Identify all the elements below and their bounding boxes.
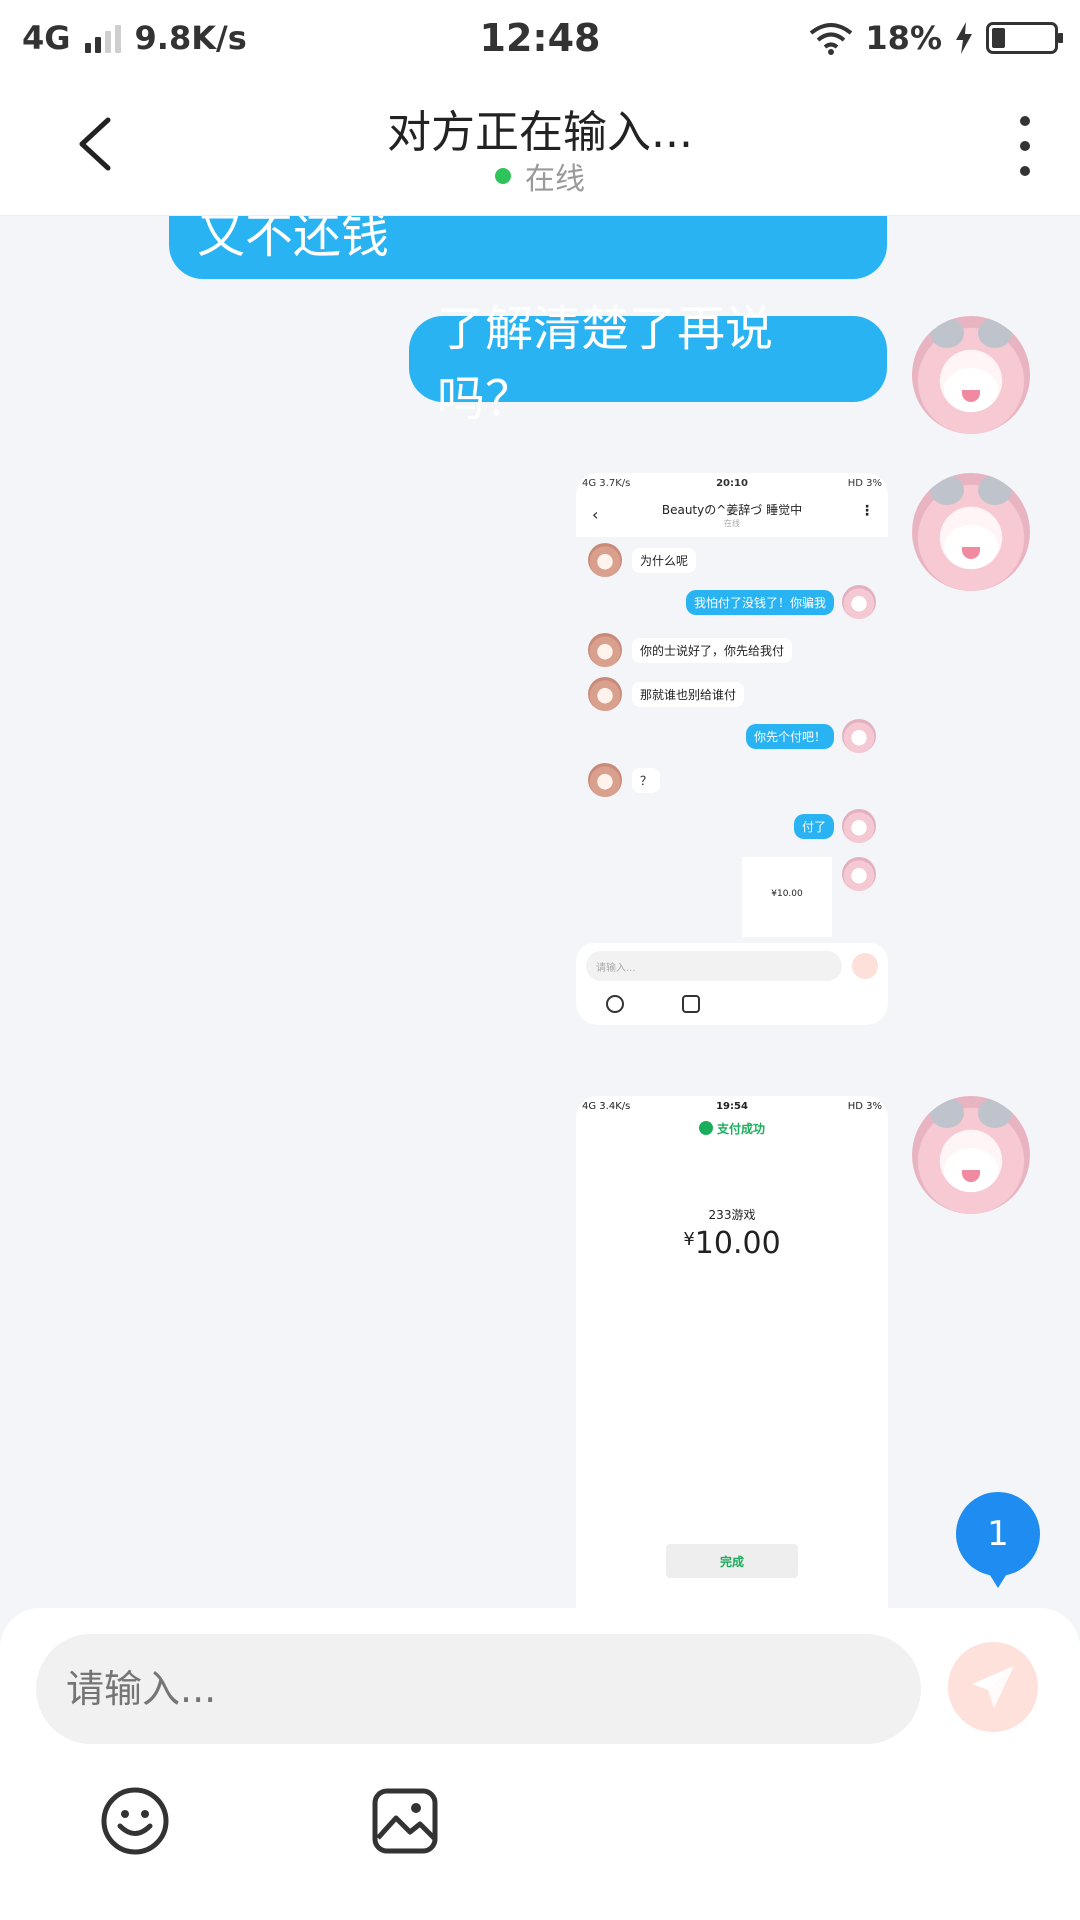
status-left: 4G 9.8K/s [22, 19, 247, 57]
network-type: 4G [22, 19, 71, 57]
mini-avatar [588, 543, 622, 577]
mini-text: 为什么呢 [632, 547, 697, 573]
mini-more-icon: ⋮ [860, 503, 874, 519]
mini-input-bar: 请输入... [576, 943, 888, 1025]
signal-icon [84, 23, 121, 53]
online-dot-icon [495, 168, 511, 184]
payment-success-label: 支付成功 [716, 1122, 765, 1136]
mini-row: 为什么呢 [588, 543, 697, 577]
mini-subtitle: 在线 [724, 519, 740, 528]
status-bar: 4G 9.8K/s 12:48 18% [0, 0, 1080, 76]
message-bubble[interactable]: 又不还钱 [169, 216, 887, 279]
mini-clock: 19:54 [716, 1100, 748, 1112]
merchant-name: 233游戏 [708, 1208, 756, 1222]
mini-text: 你先个付吧！ [745, 723, 834, 749]
chat-screen: 4G 9.8K/s 12:48 18% 对方正在输入... 在线 又不还钱 了解… [0, 0, 1080, 1920]
mini-row: 那就谁也别给谁付 [588, 677, 745, 711]
mini-input-field: 请输入... [586, 951, 842, 981]
mini-amount: ¥10.00 [771, 889, 803, 899]
wifi-icon [810, 23, 853, 55]
mini-avatar [588, 677, 622, 711]
mini-row: 你的士说好了，你先给我付 [588, 633, 793, 667]
page-title: 对方正在输入... [387, 107, 693, 158]
payment-success: 支付成功 [576, 1120, 888, 1137]
unread-badge[interactable]: 1 [956, 1492, 1040, 1588]
image-icon[interactable] [370, 1786, 440, 1856]
mini-image-icon [682, 995, 700, 1013]
mini-emoji-icon [606, 995, 624, 1013]
emoji-icon[interactable] [100, 1786, 170, 1856]
battery-percent: 18% [865, 19, 942, 57]
mini-row: 你先个付吧！ [745, 719, 876, 753]
more-options-icon[interactable] [1010, 116, 1040, 176]
mini-clock: 20:10 [716, 477, 748, 489]
mini-text: 那就谁也别给谁付 [632, 681, 745, 707]
mini-avatar [842, 857, 876, 891]
mini-text: 你的士说好了，你先给我付 [632, 637, 793, 663]
mini-avatar [842, 585, 876, 619]
mini-avatar [588, 633, 622, 667]
mini-send-icon [852, 953, 878, 979]
message-text: 了解清楚了再说吗？ [437, 301, 774, 427]
mini-text: 付了 [793, 813, 834, 839]
message-input[interactable] [36, 1634, 921, 1744]
image-message-payment-screenshot[interactable]: 4G 3.4K/s 19:54 HD 3% 支付成功 233游戏 ¥10.00 … [576, 1096, 888, 1608]
status-right: 18% [809, 19, 1063, 57]
send-button[interactable] [948, 1642, 1038, 1732]
amount-value: 10.00 [694, 1226, 781, 1261]
mini-avatar [842, 809, 876, 843]
mini-status-bar: 4G 3.7K/s 20:10 HD 3% [576, 473, 888, 493]
avatar[interactable] [912, 316, 1030, 434]
message-text: 又不还钱 [197, 216, 390, 264]
mini-row: 我怕付了没钱了！你骗我 [685, 585, 876, 619]
mini-row: 付了 [793, 809, 876, 843]
charging-icon [956, 22, 972, 54]
mini-text: 我怕付了没钱了！你骗我 [685, 589, 834, 615]
online-label: 在线 [525, 162, 585, 197]
message-list[interactable]: 又不还钱 了解清楚了再说吗？ 4G 3.7K/s 20:10 HD 3% ‹ B… [0, 216, 1080, 1608]
chat-header: 对方正在输入... 在线 [0, 76, 1080, 216]
mini-row: ？ [588, 763, 661, 797]
payment-amount: ¥10.00 [576, 1226, 888, 1261]
image-message-chat-screenshot[interactable]: 4G 3.7K/s 20:10 HD 3% ‹ Beautyの^姜辞づ 睡觉中 … [576, 473, 888, 1025]
input-bar [0, 1608, 1080, 1920]
mini-payment-thumb: ¥10.00 [742, 857, 832, 937]
check-icon [698, 1121, 713, 1135]
mini-avatar [588, 763, 622, 797]
avatar[interactable] [912, 1096, 1030, 1214]
done-button: 完成 [666, 1544, 798, 1578]
mini-header: ‹ Beautyの^姜辞づ 睡觉中 在线 ⋮ [576, 493, 888, 537]
mini-status-bar: 4G 3.4K/s 19:54 HD 3% [576, 1096, 888, 1116]
send-icon [972, 1666, 1014, 1708]
online-status: 在线 [0, 154, 1080, 198]
currency-symbol: ¥ [683, 1229, 695, 1250]
message-bubble[interactable]: 了解清楚了再说吗？ [409, 301, 887, 427]
avatar[interactable] [912, 473, 1030, 591]
mini-title: Beautyの^姜辞づ 睡觉中 [661, 503, 803, 517]
mini-avatar [842, 719, 876, 753]
battery-icon [986, 22, 1063, 54]
network-speed: 9.8K/s [134, 19, 247, 57]
mini-text: ？ [632, 767, 661, 793]
